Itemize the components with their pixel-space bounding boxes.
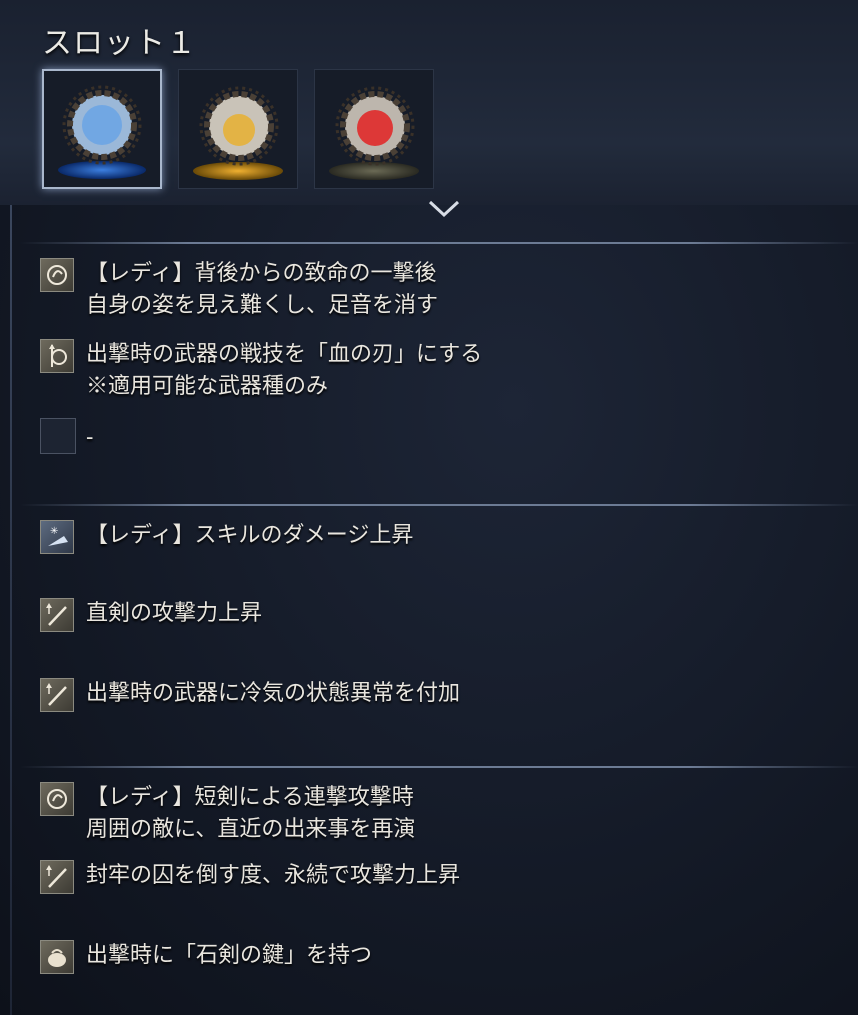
skill-up-icon: ✳ [40, 520, 74, 554]
vessel-slot-yellow[interactable] [178, 69, 298, 189]
effect-line: ※適用可能な武器種のみ [86, 374, 329, 399]
relic-ring-icon [40, 258, 74, 292]
yellow-vessel-icon [199, 86, 279, 166]
effect-line: 直剣の攻撃力上昇 [86, 601, 263, 626]
blue-vessel-icon [62, 85, 142, 165]
pouch-icon [40, 940, 74, 974]
effect-text: 直剣の攻撃力上昇 [86, 598, 262, 630]
slot-header-panel: スロット１ [0, 0, 858, 205]
effect-line: 出撃時の武器の戦技を「血の刃」にする [86, 342, 483, 367]
svg-text:✳: ✳ [50, 526, 58, 537]
weapon-art-icon [40, 339, 74, 373]
effect-line: 出撃時に「石剣の鍵」を持つ [86, 943, 373, 968]
effect-line: 出撃時の武器に冷気の状態異常を付加 [86, 681, 461, 706]
sword-up-icon [40, 860, 74, 894]
effect-line: 【レディ】スキルのダメージ上昇 [86, 523, 414, 548]
sword-up-icon [40, 598, 74, 632]
divider [20, 504, 858, 506]
effect-line: - [86, 425, 94, 450]
chevron-down-icon[interactable] [426, 198, 462, 220]
vessel-slot-blue[interactable] [42, 69, 162, 189]
effect-text: 出撃時の武器に冷気の状態異常を付加 [86, 678, 460, 710]
effect-text: 【レディ】背後からの致命の一撃後 自身の姿を見え難くし、足音を消す [86, 258, 438, 322]
effect-text: 【レディ】スキルのダメージ上昇 [86, 520, 413, 552]
effect-line: 【レディ】背後からの致命の一撃後 [86, 261, 437, 286]
sword-up-icon [40, 678, 74, 712]
effect-text: 出撃時の武器の戦技を「血の刃」にする ※適用可能な武器種のみ [86, 339, 482, 403]
effect-line: 封牢の囚を倒す度、永続で攻撃力上昇 [86, 863, 461, 888]
divider [20, 766, 858, 768]
effect-line: 【レディ】短剣による連撃攻撃時 [86, 785, 414, 810]
effect-text: 【レディ】短剣による連撃攻撃時 周囲の敵に、直近の出来事を再演 [86, 782, 415, 846]
effect-text: - [86, 422, 93, 454]
divider [20, 242, 858, 244]
empty-slot-icon [40, 418, 76, 454]
slot-title: スロット１ [42, 26, 197, 61]
vessel-slot-red[interactable] [314, 69, 434, 189]
effect-text: 封牢の囚を倒す度、永続で攻撃力上昇 [86, 860, 460, 892]
effect-text: 出撃時に「石剣の鍵」を持つ [86, 940, 372, 972]
effect-line: 周囲の敵に、直近の出来事を再演 [86, 817, 416, 842]
red-vessel-icon [335, 86, 415, 166]
relic-ring-icon [40, 782, 74, 816]
frame-border [10, 190, 12, 1015]
effect-line: 自身の姿を見え難くし、足音を消す [86, 293, 439, 318]
